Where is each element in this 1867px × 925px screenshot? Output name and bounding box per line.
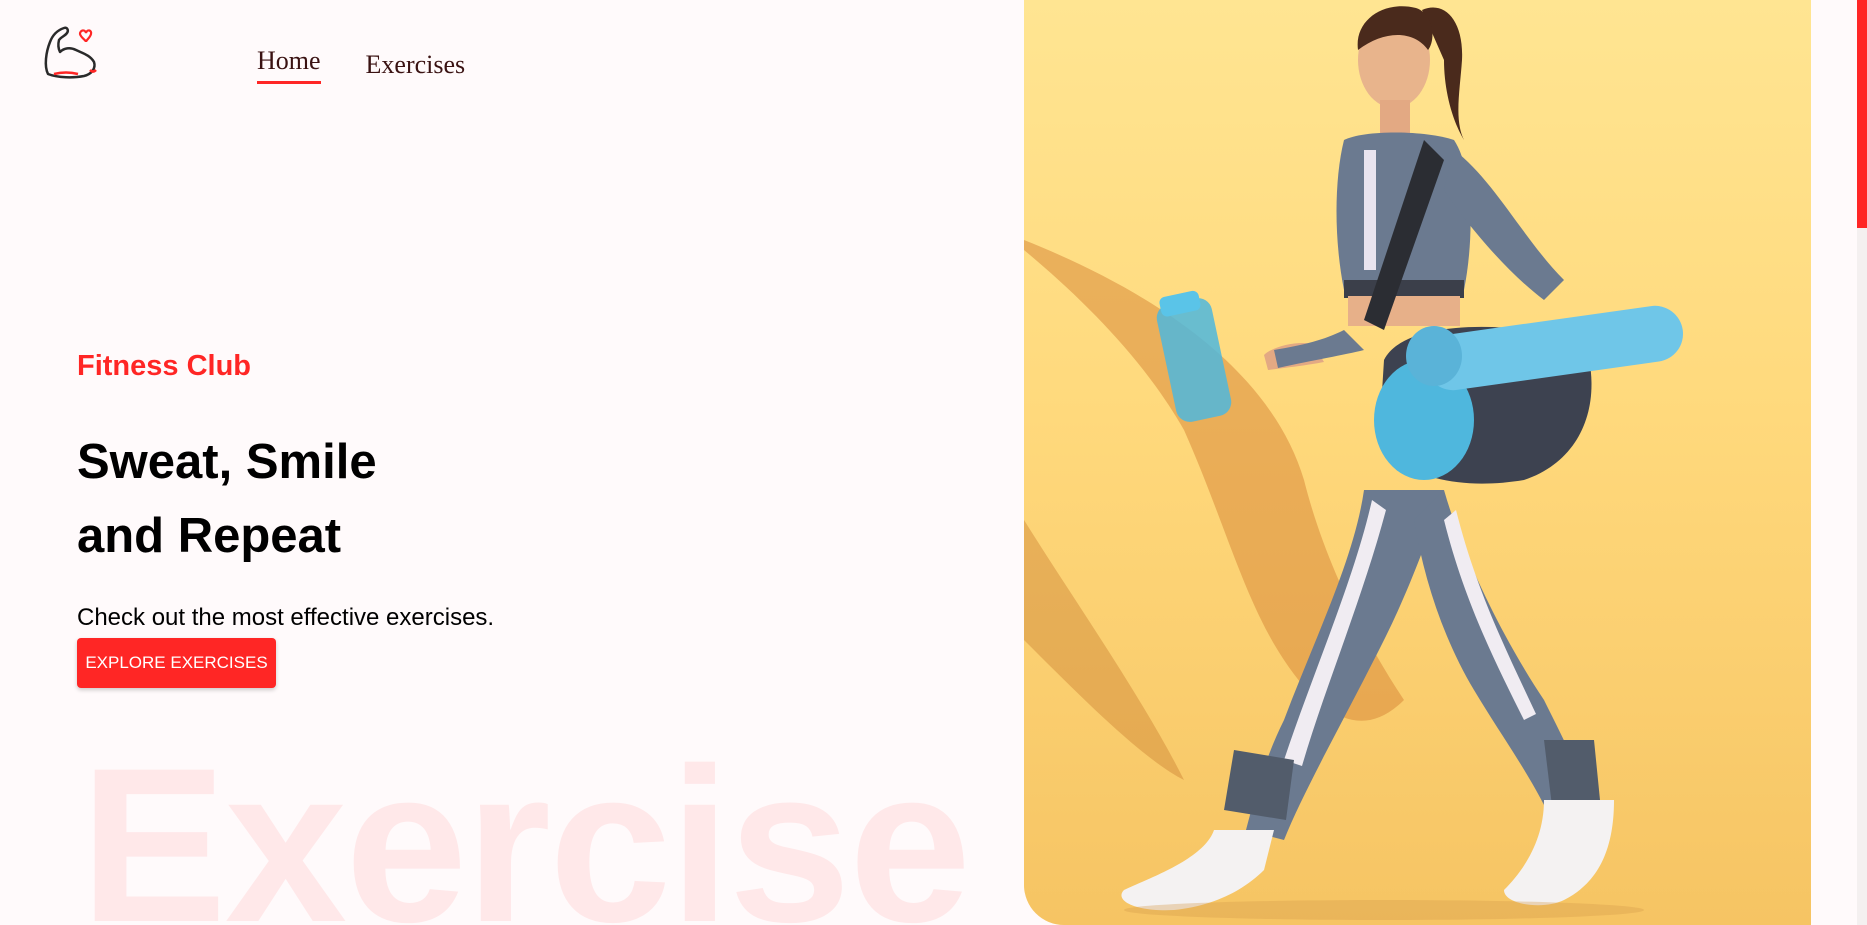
explore-exercises-button[interactable]: EXPLORE EXERCISES — [77, 638, 276, 688]
hero-title-line1: Sweat, Smile — [77, 435, 377, 489]
hero-banner-image — [1024, 0, 1811, 925]
nav-home-link[interactable]: Home — [257, 46, 321, 84]
flexed-arm-heart-icon[interactable] — [40, 22, 98, 84]
page: Home Exercises Exercise Fitness Club Swe… — [0, 0, 1867, 925]
watermark-text: Exercise — [80, 722, 971, 925]
scrollbar-thumb[interactable] — [1857, 0, 1867, 228]
nav-exercises-link[interactable]: Exercises — [366, 50, 466, 84]
hero-title: Sweat, Smile and Repeat — [77, 425, 377, 573]
hero-description: Check out the most effective exercises. — [77, 604, 495, 631]
page-scrollbar[interactable] — [1857, 0, 1867, 925]
hero-subtitle: Fitness Club — [77, 350, 252, 382]
hero-title-line2: and Repeat — [77, 509, 342, 563]
woman-walking-illustration — [1024, 6, 1684, 920]
main-nav: Home Exercises — [257, 46, 466, 84]
